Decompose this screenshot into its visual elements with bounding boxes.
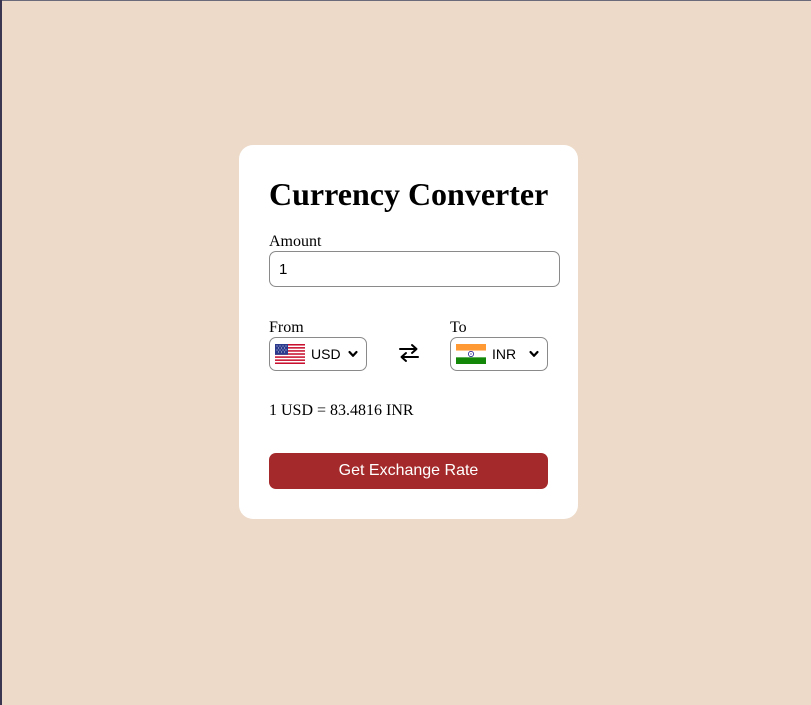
chevron-down-icon [529, 350, 539, 357]
from-currency-code: USD [311, 346, 341, 362]
to-label: To [450, 319, 467, 336]
us-flag-icon [275, 344, 305, 364]
exchange-rate-result: 1 USD = 83.4816 INR [269, 402, 414, 419]
window-top-edge [0, 0, 811, 1]
to-currency-code: INR [492, 346, 517, 362]
amount-input[interactable] [269, 251, 560, 287]
from-currency-select[interactable]: USD [269, 337, 367, 371]
window-left-edge [0, 0, 2, 705]
to-currency-select[interactable]: INR [450, 337, 548, 371]
converter-card: Currency Converter Amount From USD [239, 145, 578, 519]
amount-label: Amount [269, 233, 322, 250]
swap-arrows-icon[interactable] [397, 341, 421, 365]
get-exchange-rate-button[interactable]: Get Exchange Rate [269, 453, 548, 489]
page-title: Currency Converter [269, 176, 549, 212]
chevron-down-icon [348, 350, 358, 357]
from-label: From [269, 319, 304, 336]
india-flag-icon [456, 344, 486, 364]
